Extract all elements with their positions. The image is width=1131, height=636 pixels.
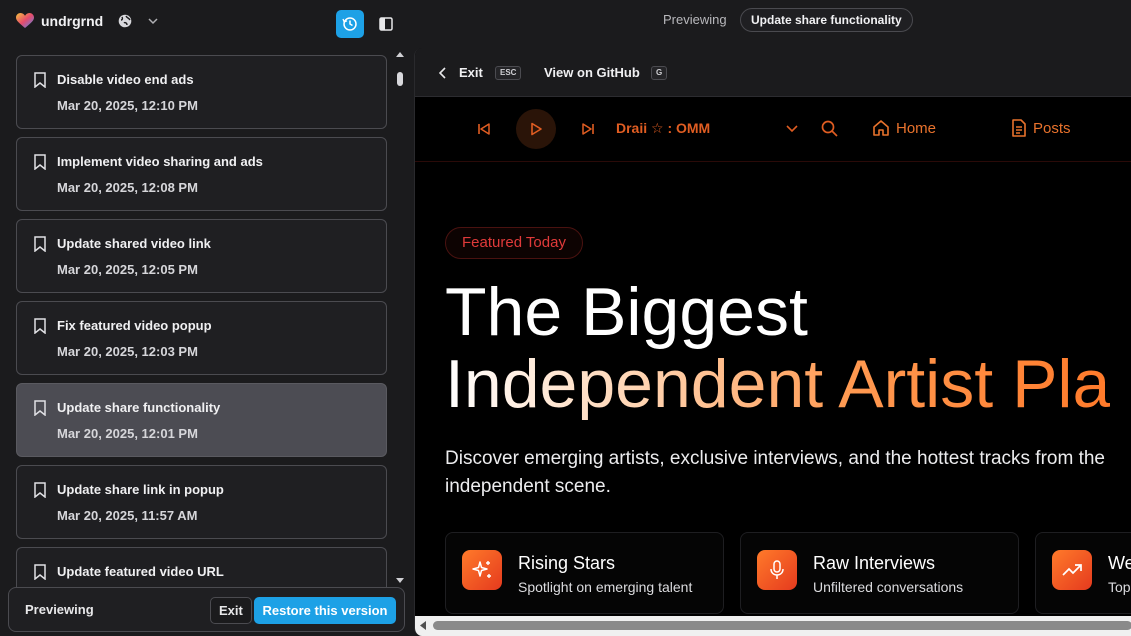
preview-frame: Exit ESC View on GitHub G Draii ☆ : OMM … bbox=[414, 48, 1131, 636]
trending-up-icon bbox=[1061, 559, 1083, 581]
hero-heading-line-2: Independent Artist Pla bbox=[445, 348, 1110, 420]
version-date: Mar 20, 2025, 12:08 PM bbox=[57, 180, 198, 195]
feature-description: Top bbox=[1108, 579, 1131, 595]
version-item[interactable]: Update shared video link Mar 20, 2025, 1… bbox=[16, 219, 387, 293]
heart-logo-icon bbox=[16, 13, 34, 29]
version-title: Implement video sharing and ads bbox=[57, 154, 263, 169]
nav-home-link[interactable]: Home bbox=[872, 119, 936, 137]
feature-icon-tile bbox=[757, 550, 797, 590]
skip-forward-icon[interactable] bbox=[581, 122, 595, 136]
chevron-down-icon[interactable] bbox=[786, 124, 798, 134]
version-item[interactable]: Update featured video URL bbox=[16, 547, 387, 587]
search-icon[interactable] bbox=[821, 120, 838, 137]
feature-title: Rising Stars bbox=[518, 553, 615, 574]
version-item[interactable]: Fix featured video popup Mar 20, 2025, 1… bbox=[16, 301, 387, 375]
featured-today-badge[interactable]: Featured Today bbox=[445, 227, 583, 259]
version-item[interactable]: Update share link in popup Mar 20, 2025,… bbox=[16, 465, 387, 539]
bookmark-icon[interactable] bbox=[33, 72, 47, 88]
version-title: Update share functionality bbox=[57, 400, 220, 415]
version-title: Update share link in popup bbox=[57, 482, 224, 497]
toggle-sidebar-button[interactable] bbox=[376, 14, 396, 34]
feature-title: We bbox=[1108, 553, 1131, 574]
sidebar-scrollbar-thumb[interactable] bbox=[397, 72, 403, 86]
bookmark-icon[interactable] bbox=[33, 236, 47, 252]
bookmark-icon[interactable] bbox=[33, 482, 47, 498]
previewing-label: Previewing bbox=[663, 12, 727, 27]
version-item[interactable]: Disable video end ads Mar 20, 2025, 12:1… bbox=[16, 55, 387, 129]
horizontal-scrollbar[interactable] bbox=[415, 616, 1131, 636]
preview-toolbar: Exit ESC View on GitHub G bbox=[415, 48, 1131, 97]
scroll-left-arrow-icon[interactable] bbox=[420, 621, 426, 630]
preview-exit-link[interactable]: Exit bbox=[459, 65, 483, 80]
sparkles-icon bbox=[471, 559, 493, 581]
version-date: Mar 20, 2025, 12:03 PM bbox=[57, 344, 198, 359]
feature-description: Unfiltered conversations bbox=[813, 579, 963, 595]
previewing-status: Previewing bbox=[25, 602, 94, 617]
feature-card-trending[interactable]: We Top bbox=[1035, 532, 1131, 614]
brand[interactable]: undrgrnd bbox=[16, 13, 159, 29]
view-on-github-link[interactable]: View on GitHub bbox=[544, 65, 640, 80]
chevron-down-icon[interactable] bbox=[147, 15, 159, 27]
play-button[interactable] bbox=[516, 109, 556, 149]
version-date: Mar 20, 2025, 12:05 PM bbox=[57, 262, 198, 277]
document-icon bbox=[1011, 119, 1027, 137]
version-item[interactable]: Implement video sharing and ads Mar 20, … bbox=[16, 137, 387, 211]
feature-description: Spotlight on emerging talent bbox=[518, 579, 692, 595]
globe-icon[interactable] bbox=[118, 14, 132, 28]
version-date: Mar 20, 2025, 12:01 PM bbox=[57, 426, 198, 441]
preview-action-bar: Previewing Exit Restore this version bbox=[8, 587, 405, 632]
microphone-icon bbox=[766, 559, 788, 581]
version-title: Update shared video link bbox=[57, 236, 211, 251]
bookmark-icon[interactable] bbox=[33, 318, 47, 334]
app-window: undrgrnd Previewing Update share func bbox=[0, 0, 1131, 636]
version-date: Mar 20, 2025, 12:10 PM bbox=[57, 98, 198, 113]
home-icon bbox=[872, 119, 890, 137]
feature-card-raw-interviews[interactable]: Raw Interviews Unfiltered conversations bbox=[740, 532, 1019, 614]
version-title: Disable video end ads bbox=[57, 72, 194, 87]
brand-name: undrgrnd bbox=[41, 13, 103, 29]
scroll-up-arrow-icon[interactable] bbox=[396, 51, 404, 57]
feature-card-rising-stars[interactable]: Rising Stars Spotlight on emerging talen… bbox=[445, 532, 724, 614]
nav-home-label: Home bbox=[896, 120, 936, 137]
hero-heading-line-1: The Biggest bbox=[445, 276, 808, 348]
exit-preview-button[interactable]: Exit bbox=[210, 597, 252, 624]
version-sidebar: Disable video end ads Mar 20, 2025, 12:1… bbox=[0, 48, 414, 636]
now-playing-track[interactable]: Draii ☆ : OMM bbox=[616, 120, 710, 137]
chevron-left-icon[interactable] bbox=[439, 67, 447, 79]
feature-icon-tile bbox=[1052, 550, 1092, 590]
hero-subtitle: Discover emerging artists, exclusive int… bbox=[445, 445, 1125, 501]
scroll-down-arrow-icon[interactable] bbox=[396, 578, 404, 584]
history-icon bbox=[342, 16, 358, 32]
nav-posts-link[interactable]: Posts bbox=[1011, 119, 1071, 137]
sidebar-panel-icon bbox=[379, 17, 393, 31]
horizontal-scrollbar-thumb[interactable] bbox=[433, 621, 1131, 630]
history-button[interactable] bbox=[336, 10, 364, 38]
version-title: Update featured video URL bbox=[57, 564, 224, 579]
feature-icon-tile bbox=[462, 550, 502, 590]
bookmark-icon[interactable] bbox=[33, 564, 47, 580]
top-bar: undrgrnd Previewing Update share func bbox=[0, 0, 1131, 48]
feature-title: Raw Interviews bbox=[813, 553, 935, 574]
nav-posts-label: Posts bbox=[1033, 120, 1071, 137]
version-title: Fix featured video popup bbox=[57, 318, 212, 333]
play-icon bbox=[529, 122, 543, 136]
skip-back-icon[interactable] bbox=[477, 122, 491, 136]
site-navbar: Draii ☆ : OMM Home Posts bbox=[415, 97, 1131, 162]
g-shortcut-badge: G bbox=[651, 66, 667, 80]
version-date: Mar 20, 2025, 11:57 AM bbox=[57, 508, 197, 523]
esc-shortcut-badge: ESC bbox=[495, 66, 521, 80]
bookmark-icon[interactable] bbox=[33, 400, 47, 416]
bookmark-icon[interactable] bbox=[33, 154, 47, 170]
restore-version-button[interactable]: Restore this version bbox=[254, 597, 396, 624]
version-item-selected[interactable]: Update share functionality Mar 20, 2025,… bbox=[16, 383, 387, 457]
preview-version-pill[interactable]: Update share functionality bbox=[740, 8, 913, 32]
